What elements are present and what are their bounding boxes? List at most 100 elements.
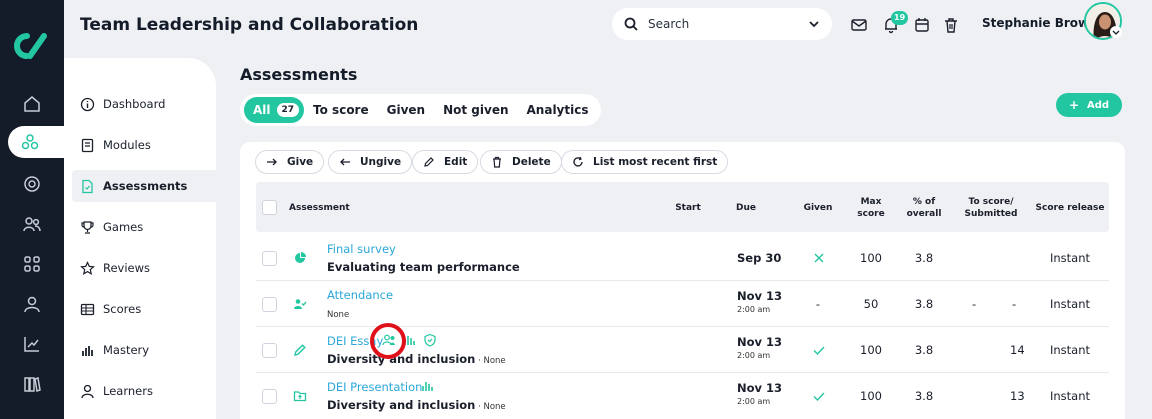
chevron-down-icon[interactable] [1110, 26, 1122, 38]
subtitle-extra: None [327, 310, 350, 320]
sidebar-item-reviews[interactable]: Reviews [72, 252, 216, 284]
max-score: 100 [860, 251, 882, 265]
row-checkbox[interactable] [262, 389, 277, 404]
star-icon [80, 260, 95, 275]
sort-recent-button[interactable]: List most recent first [561, 150, 729, 174]
chevron-down-icon[interactable] [808, 18, 820, 30]
target-icon[interactable] [20, 172, 44, 196]
top-bar: Team Leadership and Collaboration Search… [64, 0, 1152, 56]
score-release: Instant [1049, 389, 1091, 403]
chart-line-icon[interactable] [20, 332, 44, 356]
column-header-score-release[interactable]: Score release [1032, 202, 1108, 214]
home-icon[interactable] [20, 92, 44, 116]
column-header-given[interactable]: Given [794, 202, 842, 214]
max-score: 100 [860, 343, 882, 357]
give-label: Give [287, 156, 314, 168]
tab-label: All [253, 103, 271, 117]
column-header-due[interactable]: Due [729, 202, 763, 214]
info-icon [80, 97, 95, 111]
trash-icon [493, 156, 501, 168]
shield-icon[interactable] [423, 333, 437, 347]
ungive-button[interactable]: Ungive [328, 150, 413, 174]
assessment-subtitle: Evaluating team performance [327, 260, 520, 274]
give-button[interactable]: Give [255, 150, 325, 174]
tab-to-score[interactable]: To score [304, 97, 378, 123]
table-header: Assessment Start Due Given Max score % of… [256, 182, 1109, 232]
table-row[interactable]: DEI Presentation Diversity and inclusion… [256, 373, 1109, 419]
count-badge: 27 [276, 103, 300, 117]
assessment-link[interactable]: Final survey [327, 242, 396, 256]
search-box[interactable]: Search [612, 8, 832, 40]
given-value: - [815, 297, 821, 311]
people-icon[interactable] [20, 212, 44, 236]
user-name[interactable]: Stephanie Brown [982, 16, 1098, 30]
sidebar-item-assessments[interactable]: Assessments [72, 170, 216, 202]
sidebar-item-scores[interactable]: Scores [72, 293, 216, 325]
header-line: score [857, 209, 885, 219]
plus-icon: + [1068, 98, 1079, 112]
document-icon [82, 179, 93, 193]
submitted-value: - [1012, 297, 1017, 311]
column-header-percent[interactable]: % of overall [898, 196, 950, 220]
books-icon[interactable] [20, 372, 44, 396]
column-header-to-score[interactable]: To score/Submitted [956, 196, 1026, 220]
add-button[interactable]: + Add [1056, 93, 1122, 117]
column-header-assessment[interactable]: Assessment [289, 202, 350, 214]
sidebar-item-label: Reviews [103, 261, 151, 275]
bars-icon[interactable] [420, 379, 434, 393]
app-logo[interactable] [11, 30, 51, 62]
sidebar-item-label: Assessments [103, 179, 188, 193]
hierarchy-icon [21, 134, 39, 150]
folder-upload-icon [293, 391, 307, 402]
due-date: Nov 13 [737, 381, 783, 395]
section-title: Assessments [240, 65, 358, 84]
tab-given[interactable]: Given [378, 97, 434, 123]
rail-item-active[interactable] [8, 126, 68, 158]
subtitle-text: Evaluating team performance [327, 260, 520, 274]
trophy-icon [81, 220, 94, 234]
tab-not-given[interactable]: Not given [434, 97, 517, 123]
person-icon[interactable] [20, 292, 44, 316]
column-header-start[interactable]: Start [666, 202, 710, 214]
grid-icon[interactable] [20, 252, 44, 276]
select-all-checkbox[interactable] [262, 200, 277, 215]
table-row[interactable]: Final survey Evaluating team performance… [256, 235, 1109, 281]
sidebar-item-modules[interactable]: Modules [72, 129, 216, 161]
delete-button[interactable]: Delete [480, 150, 562, 174]
row-checkbox[interactable] [262, 297, 277, 312]
search-input[interactable]: Search [648, 17, 808, 31]
delete-label: Delete [512, 156, 551, 168]
assessment-link[interactable]: DEI Presentation [327, 380, 422, 394]
edit-button[interactable]: Edit [412, 150, 479, 174]
app-rail [0, 0, 68, 419]
check-icon [813, 346, 825, 356]
percent-overall: 3.8 [914, 389, 934, 403]
assessment-link[interactable]: Attendance [327, 288, 393, 302]
row-checkbox[interactable] [262, 343, 277, 358]
sidebar-item-games[interactable]: Games [72, 211, 216, 243]
sidebar-item-learners[interactable]: Learners [72, 375, 216, 407]
assessment-subtitle: Diversity and inclusion · None [327, 398, 506, 412]
arrow-left-icon [340, 158, 350, 166]
table-row[interactable]: Attendance None Nov 13 2:00 am - 50 3.8 … [256, 281, 1109, 327]
to-score-value: - [972, 297, 977, 311]
trash-icon[interactable] [942, 16, 960, 34]
mail-icon[interactable] [850, 16, 868, 34]
percent-overall: 3.8 [914, 343, 934, 357]
ungive-label: Ungive [360, 156, 402, 168]
sidebar-item-mastery[interactable]: Mastery [72, 334, 216, 366]
row-checkbox[interactable] [262, 251, 277, 266]
calendar-icon[interactable] [913, 16, 931, 34]
book-icon [81, 138, 94, 152]
tab-analytics[interactable]: Analytics [518, 97, 598, 123]
due-date: Nov 13 [737, 335, 783, 349]
notification-badge: 19 [891, 11, 909, 25]
score-release: Instant [1049, 297, 1091, 311]
column-header-max-score[interactable]: Max score [846, 196, 896, 220]
submitted-value: 14 [1010, 343, 1025, 357]
sidebar-item-dashboard[interactable]: Dashboard [72, 88, 216, 120]
percent-overall: 3.8 [914, 297, 934, 311]
max-score: 50 [863, 297, 879, 311]
tab-all[interactable]: All 27 [244, 97, 305, 123]
check-icon [813, 392, 825, 402]
